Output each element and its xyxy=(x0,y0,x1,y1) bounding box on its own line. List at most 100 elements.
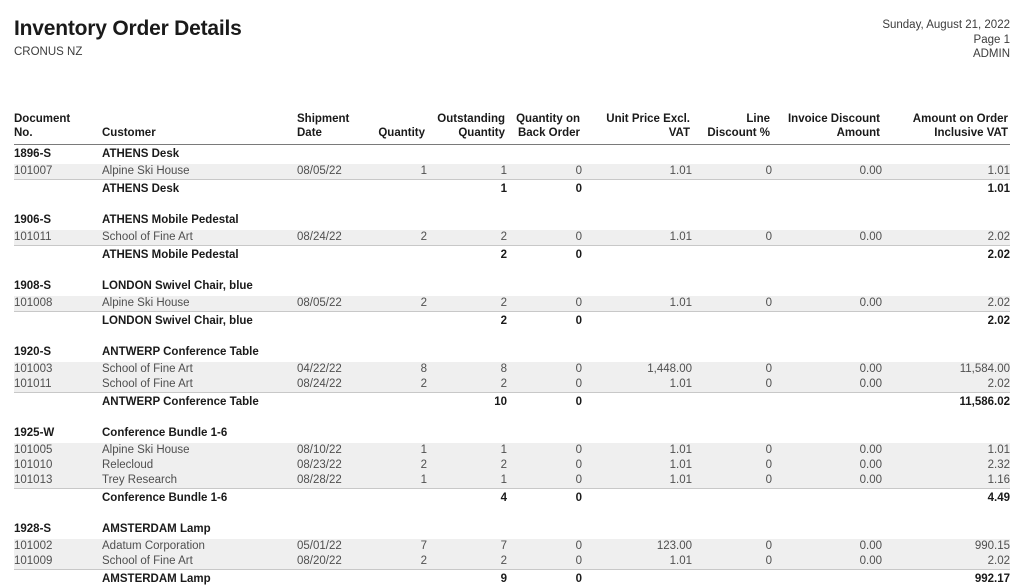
cell-outstanding-quantity: 2 xyxy=(427,553,507,570)
col-line-discount-line2: Discount % xyxy=(707,126,770,139)
group-total-amount: 11,586.02 xyxy=(882,392,1010,411)
cell-amount: 990.15 xyxy=(882,538,1010,554)
cell-quantity: 2 xyxy=(359,295,427,312)
table-row[interactable]: 101005 Alpine Ski House 08/10/22 1 1 0 1.01 0 0.… xyxy=(14,442,1010,458)
cell-document-no: 101007 xyxy=(14,163,102,180)
cell-quantity: 2 xyxy=(359,457,427,473)
group-item-name: ANTWERP Conference Table xyxy=(102,342,1010,362)
group-total-spacer xyxy=(14,488,102,507)
cell-unit-price: 1.01 xyxy=(582,553,692,570)
company-name: CRONUS NZ xyxy=(14,46,83,58)
group-spacer xyxy=(14,263,1010,277)
table-row[interactable]: 101011 School of Fine Art 08/24/22 2 2 0 1.01 0… xyxy=(14,376,1010,393)
group-total-back-order: 0 xyxy=(507,569,582,588)
group-item-name: ATHENS Mobile Pedestal xyxy=(102,210,1010,230)
cell-invoice-discount: 0.00 xyxy=(772,472,882,489)
group-item-no: 1896-S xyxy=(14,144,102,164)
cell-unit-price: 123.00 xyxy=(582,538,692,554)
group-total-outstanding-quantity: 4 xyxy=(427,488,507,507)
cell-invoice-discount: 0.00 xyxy=(772,229,882,246)
cell-line-discount: 0 xyxy=(692,361,772,377)
group-total-line-discount xyxy=(692,569,772,588)
group-total-label: Conference Bundle 1-6 xyxy=(102,488,427,507)
group-total-label: LONDON Swivel Chair, blue xyxy=(102,311,427,330)
cell-back-order: 0 xyxy=(507,229,582,246)
cell-shipment-date: 08/20/22 xyxy=(297,553,359,570)
cell-document-no: 101008 xyxy=(14,295,102,312)
cell-customer: Alpine Ski House xyxy=(102,442,297,458)
cell-amount: 1.01 xyxy=(882,442,1010,458)
cell-invoice-discount: 0.00 xyxy=(772,361,882,377)
group-total-invoice-discount xyxy=(772,179,882,198)
cell-customer: School of Fine Art xyxy=(102,361,297,377)
table-row[interactable]: 101002 Adatum Corporation 05/01/22 7 7 0 123.0… xyxy=(14,538,1010,554)
table-row[interactable]: 101008 Alpine Ski House 08/05/22 2 2 0 1.01 0 0.… xyxy=(14,295,1010,312)
group-total-line-discount xyxy=(692,179,772,198)
group-total-back-order: 0 xyxy=(507,245,582,264)
cell-customer: Relecloud xyxy=(102,457,297,473)
group-total-amount: 992.17 xyxy=(882,569,1010,588)
report-page: Inventory Order Details CRONUS NZ Sunday… xyxy=(0,0,1024,588)
table-row[interactable]: 101007 Alpine Ski House 08/05/22 1 1 0 1.01 0 0.… xyxy=(14,163,1010,180)
group-total-amount: 4.49 xyxy=(882,488,1010,507)
group-total-label: AMSTERDAM Lamp xyxy=(102,569,427,588)
group-total-invoice-discount xyxy=(772,392,882,411)
cell-quantity: 1 xyxy=(359,163,427,180)
cell-customer: Alpine Ski House xyxy=(102,295,297,312)
table-row[interactable]: 101010 Relecloud 08/23/22 2 2 0 1.01 0 0.00 2.32 xyxy=(14,457,1010,473)
group-total-spacer xyxy=(14,311,102,330)
group-total-unit-price xyxy=(582,311,692,330)
table-row[interactable]: 101009 School of Fine Art 08/20/22 2 2 0 1.01 0… xyxy=(14,553,1010,570)
cell-shipment-date: 08/28/22 xyxy=(297,472,359,489)
cell-unit-price: 1.01 xyxy=(582,229,692,246)
cell-shipment-date: 08/23/22 xyxy=(297,457,359,473)
col-back-order-line2: Back Order xyxy=(517,126,580,139)
table-row[interactable]: 101013 Trey Research 08/28/22 1 1 0 1.01 0 0.00 1… xyxy=(14,472,1010,489)
table-row[interactable]: 101011 School of Fine Art 08/24/22 2 2 0 1.01 0… xyxy=(14,229,1010,246)
cell-outstanding-quantity: 2 xyxy=(427,295,507,312)
table-body: 1896-S ATHENS Desk 101007 Alpine Ski House 0… xyxy=(14,144,1010,588)
cell-invoice-discount: 0.00 xyxy=(772,553,882,570)
group-total-amount: 2.02 xyxy=(882,311,1010,330)
cell-amount: 2.32 xyxy=(882,457,1010,473)
col-back-order: Quantity on Back Order xyxy=(507,97,582,145)
group-item-name: LONDON Swivel Chair, blue xyxy=(102,276,1010,296)
cell-unit-price: 1.01 xyxy=(582,442,692,458)
group-total-outstanding-quantity: 2 xyxy=(427,245,507,264)
cell-line-discount: 0 xyxy=(692,442,772,458)
cell-line-discount: 0 xyxy=(692,538,772,554)
cell-quantity: 2 xyxy=(359,229,427,246)
col-invoice-discount-line2: Amount xyxy=(836,126,880,139)
group-total-back-order: 0 xyxy=(507,179,582,198)
cell-back-order: 0 xyxy=(507,442,582,458)
cell-back-order: 0 xyxy=(507,376,582,393)
group-total-invoice-discount xyxy=(772,569,882,588)
cell-back-order: 0 xyxy=(507,163,582,180)
col-amount-line1: Amount on Order xyxy=(912,112,1008,125)
cell-back-order: 0 xyxy=(507,361,582,377)
cell-customer: School of Fine Art xyxy=(102,376,297,393)
group-total-unit-price xyxy=(582,488,692,507)
col-shipment-date: Shipment Date xyxy=(297,97,359,145)
group-spacer xyxy=(14,329,1010,343)
table-row[interactable]: 101003 School of Fine Art 04/22/22 8 8 0 1,448… xyxy=(14,361,1010,377)
cell-invoice-discount: 0.00 xyxy=(772,295,882,312)
cell-shipment-date: 08/05/22 xyxy=(297,295,359,312)
group-total-invoice-discount xyxy=(772,311,882,330)
group-spacer-cell xyxy=(14,410,1010,424)
cell-unit-price: 1.01 xyxy=(582,376,692,393)
col-shipment-date-line2: Date xyxy=(297,126,322,139)
group-header-row: 1920-S ANTWERP Conference Table xyxy=(14,342,1010,362)
group-total-amount: 1.01 xyxy=(882,179,1010,198)
cell-shipment-date: 08/24/22 xyxy=(297,376,359,393)
cell-customer: School of Fine Art xyxy=(102,553,297,570)
cell-back-order: 0 xyxy=(507,538,582,554)
group-total-outstanding-quantity: 1 xyxy=(427,179,507,198)
col-amount-line2: Inclusive VAT xyxy=(934,126,1008,139)
cell-customer: School of Fine Art xyxy=(102,229,297,246)
group-total-row: ATHENS Mobile Pedestal 2 0 2.02 xyxy=(14,245,1010,264)
cell-amount: 2.02 xyxy=(882,553,1010,570)
cell-invoice-discount: 0.00 xyxy=(772,163,882,180)
col-amount: Amount on Order Inclusive VAT xyxy=(882,97,1010,145)
col-back-order-line1: Quantity on xyxy=(516,112,580,125)
